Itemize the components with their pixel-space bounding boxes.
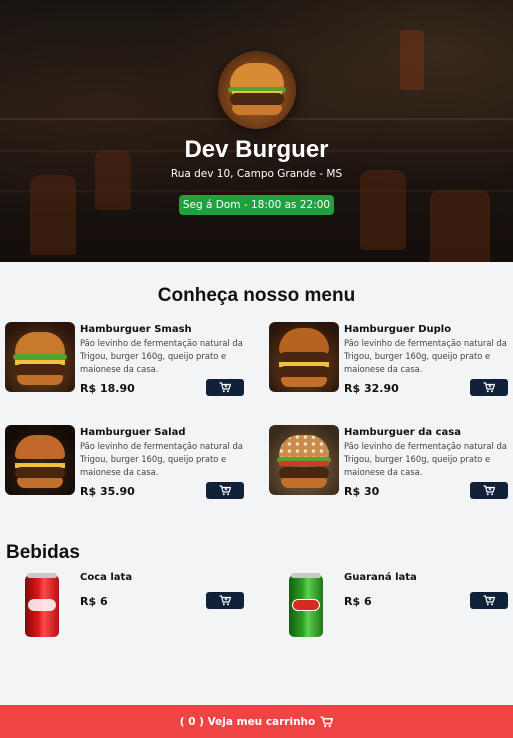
- add-to-cart-button[interactable]: [470, 379, 508, 396]
- cart-count: ( 0 ): [179, 715, 204, 728]
- cart-plus-icon: [219, 595, 231, 606]
- add-to-cart-button[interactable]: [206, 482, 244, 499]
- item-price: R$ 6: [344, 595, 372, 608]
- cart-plus-icon: [483, 382, 495, 393]
- drinks-title: Bebidas: [6, 542, 80, 563]
- item-name: Hamburguer Salad: [80, 427, 186, 438]
- item-name: Guaraná lata: [344, 572, 417, 583]
- item-name: Hamburguer da casa: [344, 427, 461, 438]
- restaurant-logo: [218, 51, 296, 129]
- cart-plus-icon: [483, 485, 495, 496]
- item-description: Pão levinho de fermentação natural da Tr…: [344, 338, 507, 374]
- burger-image: [269, 322, 339, 392]
- cart-plus-icon: [483, 595, 495, 606]
- view-cart-button[interactable]: ( 0 ) Veja meu carrinho: [0, 705, 513, 738]
- menu-item: Hamburguer Duplo Pão levinho de fermenta…: [269, 322, 509, 402]
- item-price: R$ 18.90: [80, 382, 135, 395]
- item-description: Pão levinho de fermentação natural da Tr…: [80, 441, 243, 477]
- item-price: R$ 6: [80, 595, 108, 608]
- burger-image: [5, 322, 75, 392]
- menu-item: Hamburguer Salad Pão levinho de fermenta…: [5, 425, 245, 505]
- menu-item: Hamburguer da casa Pão levinho de fermen…: [269, 425, 509, 505]
- item-name: Coca lata: [80, 572, 133, 583]
- add-to-cart-button[interactable]: [470, 592, 508, 609]
- cart-plus-icon: [219, 485, 231, 496]
- item-name: Hamburguer Smash: [80, 324, 192, 335]
- cart-plus-icon: [219, 382, 231, 393]
- shopping-cart-icon: [320, 715, 334, 727]
- add-to-cart-button[interactable]: [206, 592, 244, 609]
- item-description: Pão levinho de fermentação natural da Tr…: [344, 441, 507, 477]
- hero-banner: Dev Burguer Rua dev 10, Campo Grande - M…: [0, 0, 513, 262]
- coke-can-image: [5, 572, 75, 642]
- guarana-can-image: [269, 572, 339, 642]
- menu-item: Hamburguer Smash Pão levinho de fermenta…: [5, 322, 245, 402]
- menu-title: Conheça nosso menu: [157, 285, 356, 306]
- add-to-cart-button[interactable]: [470, 482, 508, 499]
- opening-hours-badge: Seg á Dom - 18:00 as 22:00: [179, 195, 334, 215]
- restaurant-name: Dev Burguer: [184, 136, 329, 163]
- drink-item: Coca lata R$ 6: [5, 572, 245, 652]
- restaurant-address: Rua dev 10, Campo Grande - MS: [170, 168, 343, 180]
- drink-item: Guaraná lata R$ 6: [269, 572, 509, 652]
- item-description: Pão levinho de fermentação natural da Tr…: [80, 338, 243, 374]
- burger-image: [269, 425, 339, 495]
- item-price: R$ 32.90: [344, 382, 399, 395]
- view-cart-label: Veja meu carrinho: [207, 715, 316, 728]
- item-price: R$ 35.90: [80, 485, 135, 498]
- item-name: Hamburguer Duplo: [344, 324, 452, 335]
- burger-image: [5, 425, 75, 495]
- add-to-cart-button[interactable]: [206, 379, 244, 396]
- item-price: R$ 30: [344, 485, 380, 498]
